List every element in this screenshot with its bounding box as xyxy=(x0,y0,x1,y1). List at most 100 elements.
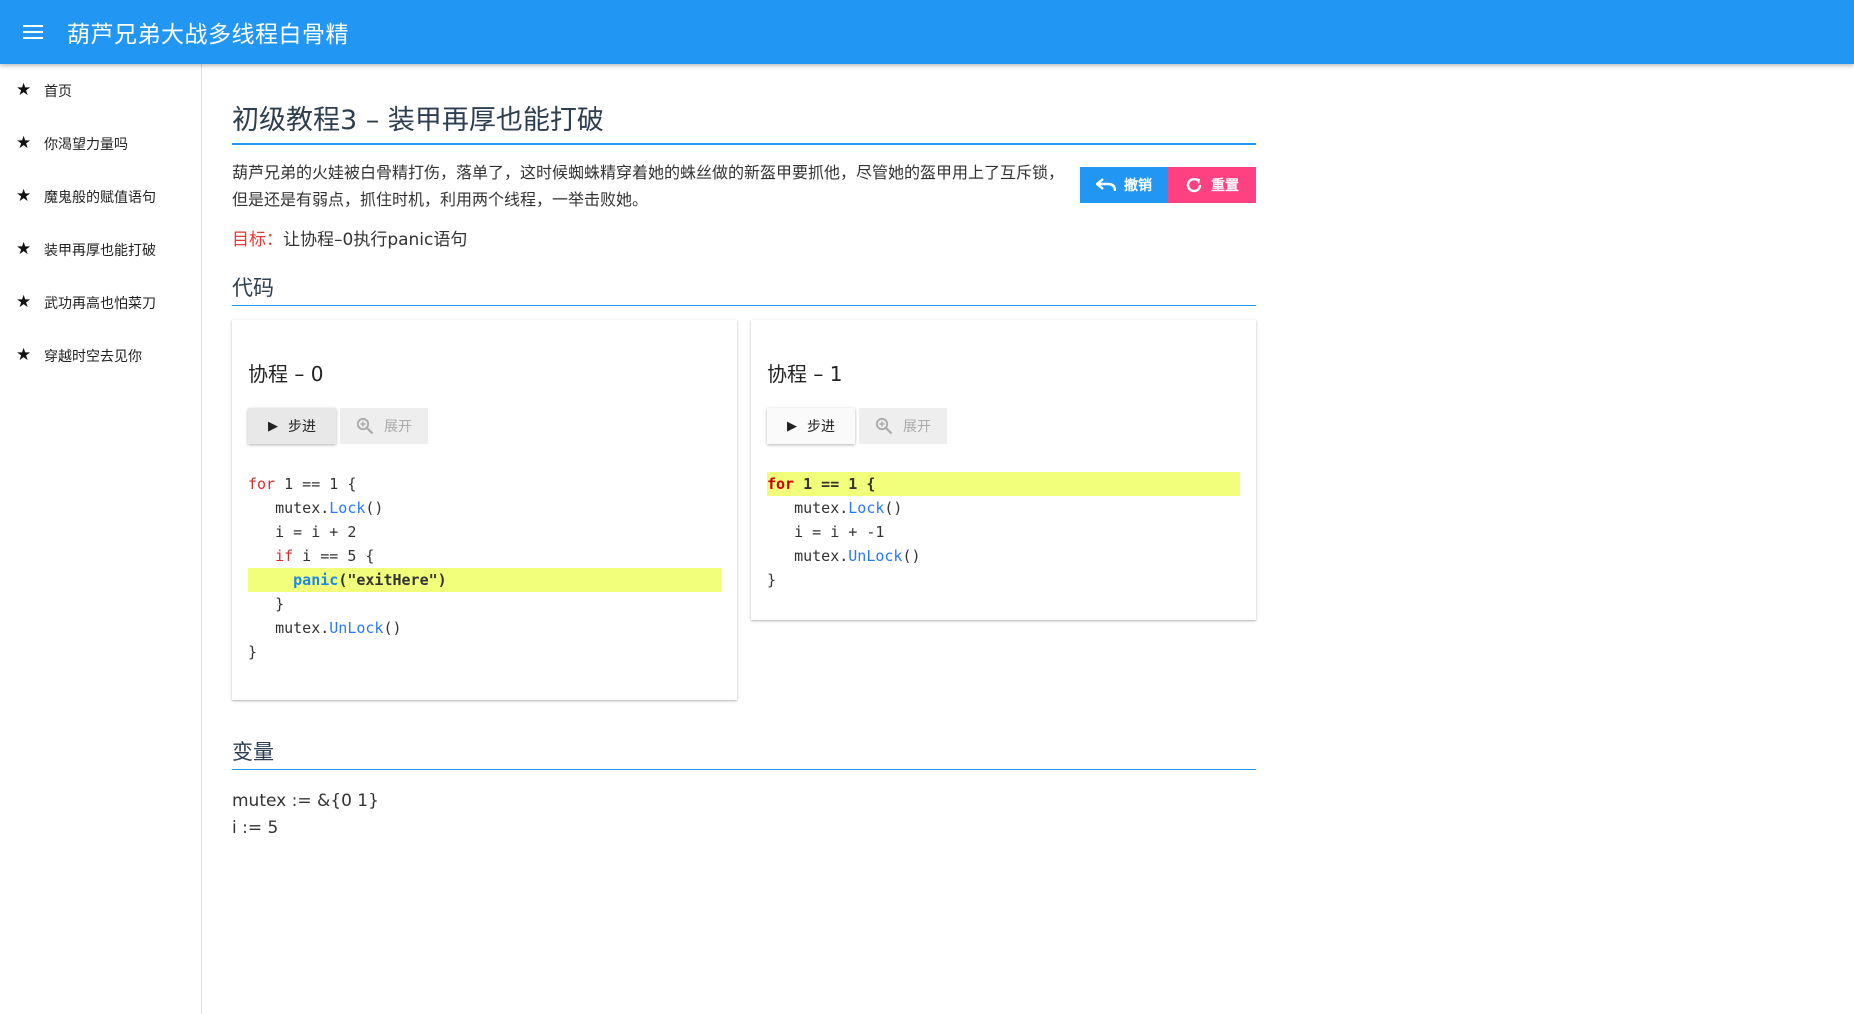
undo-button[interactable]: 撤销 xyxy=(1080,167,1168,203)
sidebar: ★ 首页 ★ 你渴望力量吗 ★ 魔鬼般的赋值语句 ★ 装甲再厚也能打破 ★ 武功… xyxy=(0,64,202,1014)
page-title: 初级教程3 – 装甲再厚也能打破 xyxy=(232,98,1256,145)
code-block: for 1 == 1 { mutex.Lock() i = i + -1 mut… xyxy=(767,472,1240,592)
routine-cards: 协程 – 0 ▶ 步进 展开 for 1 == 1 { mutex.Lock()… xyxy=(232,320,1256,700)
code-line: i = i + 2 xyxy=(248,520,721,544)
code-block: for 1 == 1 { mutex.Lock() i = i + 2 if i… xyxy=(248,472,721,664)
code-rest: ("exitHere") xyxy=(338,571,447,589)
code-fn: UnLock xyxy=(848,547,903,565)
expand-label: 展开 xyxy=(903,419,931,435)
code-rest: () xyxy=(902,547,921,565)
undo-icon xyxy=(1096,178,1116,192)
sidebar-item-timetravel[interactable]: ★ 穿越时空去见你 xyxy=(0,329,201,382)
code-line: } xyxy=(767,568,1240,592)
step-label: 步进 xyxy=(288,419,316,435)
code-rest: () xyxy=(884,499,903,517)
star-icon: ★ xyxy=(16,239,32,259)
intro-row: 葫芦兄弟的火娃被白骨精打伤，落单了，这时候蜘蛛精穿着她的蛛丝做的新盔甲要抓他，尽… xyxy=(232,159,1256,213)
code-kw: if xyxy=(275,547,294,565)
sidebar-item-label: 你渴望力量吗 xyxy=(44,136,128,153)
routine-controls: ▶ 步进 展开 xyxy=(767,408,1240,444)
code-fn: UnLock xyxy=(329,619,384,637)
sidebar-item-label: 魔鬼般的赋值语句 xyxy=(44,189,156,206)
code-pre: mutex. xyxy=(275,499,330,517)
code-line: } xyxy=(248,640,721,664)
code-rest: 1 == 1 { xyxy=(794,475,876,493)
routine-controls: ▶ 步进 展开 xyxy=(248,408,721,444)
sidebar-item-kungfu[interactable]: ★ 武功再高也怕菜刀 xyxy=(0,276,201,329)
code-line: if i == 5 { xyxy=(248,544,721,568)
step-button[interactable]: ▶ 步进 xyxy=(767,408,855,444)
code-pre: i = i + -1 xyxy=(794,523,885,541)
goal-label: 目标： xyxy=(232,230,283,250)
code-fn: Lock xyxy=(329,499,366,517)
code-line: for 1 == 1 { xyxy=(767,472,1240,496)
sidebar-item-power[interactable]: ★ 你渴望力量吗 xyxy=(0,117,201,170)
code-fn: Lock xyxy=(848,499,885,517)
code-line: mutex.Lock() xyxy=(767,496,1240,520)
variable-i: i := 5 xyxy=(232,818,279,838)
code-pre: mutex. xyxy=(794,499,849,517)
code-pre: } xyxy=(767,571,777,589)
sidebar-item-label: 首页 xyxy=(44,83,72,100)
vars-section-title: 变量 xyxy=(232,736,1256,770)
step-label: 步进 xyxy=(807,419,835,435)
expand-label: 展开 xyxy=(384,419,412,435)
code-kw: for xyxy=(248,475,276,493)
goal-text: 让协程–0执行panic语句 xyxy=(283,230,468,250)
star-icon: ★ xyxy=(16,292,32,312)
code-rest: i == 5 { xyxy=(293,547,375,565)
sidebar-item-assignment[interactable]: ★ 魔鬼般的赋值语句 xyxy=(0,170,201,223)
action-buttons: 撤销 重置 xyxy=(1080,167,1256,203)
code-pre: mutex. xyxy=(275,619,330,637)
app-title: 葫芦兄弟大战多线程白骨精 xyxy=(67,22,349,48)
code-line: } xyxy=(248,592,721,616)
code-rest: () xyxy=(365,499,384,517)
reset-label: 重置 xyxy=(1211,178,1239,194)
code-pre: } xyxy=(248,643,258,661)
goal: 目标：让协程–0执行panic语句 xyxy=(232,225,1256,250)
menu-icon[interactable] xyxy=(23,25,43,39)
zoom-in-icon xyxy=(356,417,374,435)
code-section-title: 代码 xyxy=(232,272,1256,306)
reset-button[interactable]: 重置 xyxy=(1168,167,1256,203)
sidebar-item-label: 武功再高也怕菜刀 xyxy=(44,295,156,312)
sidebar-item-label: 穿越时空去见你 xyxy=(44,348,142,365)
code-pre: } xyxy=(275,595,285,613)
app-bar: 葫芦兄弟大战多线程白骨精 xyxy=(0,0,1854,64)
routine-card-1: 协程 – 1 ▶ 步进 展开 for 1 == 1 { mutex.Lock()… xyxy=(751,320,1256,620)
zoom-in-icon xyxy=(875,417,893,435)
star-icon: ★ xyxy=(16,345,32,365)
sidebar-item-label: 装甲再厚也能打破 xyxy=(44,242,156,259)
star-icon: ★ xyxy=(16,133,32,153)
intro-text: 葫芦兄弟的火娃被白骨精打伤，落单了，这时候蜘蛛精穿着她的蛛丝做的新盔甲要抓他，尽… xyxy=(232,163,1065,209)
code-line: mutex.UnLock() xyxy=(767,544,1240,568)
sidebar-item-armor[interactable]: ★ 装甲再厚也能打破 xyxy=(0,223,201,276)
refresh-icon xyxy=(1186,177,1202,193)
expand-button[interactable]: 展开 xyxy=(859,408,947,444)
code-rest: 1 == 1 { xyxy=(275,475,357,493)
main-content: 初级教程3 – 装甲再厚也能打破 葫芦兄弟的火娃被白骨精打伤，落单了，这时候蜘蛛… xyxy=(232,64,1256,842)
routine-card-0: 协程 – 0 ▶ 步进 展开 for 1 == 1 { mutex.Lock()… xyxy=(232,320,737,700)
expand-button[interactable]: 展开 xyxy=(340,408,428,444)
code-line: panic("exitHere") xyxy=(248,568,721,592)
variables-list: mutex := &{0 1} i := 5 xyxy=(232,788,1256,842)
routine-title: 协程 – 1 xyxy=(767,362,843,386)
code-line: mutex.UnLock() xyxy=(248,616,721,640)
step-button[interactable]: ▶ 步进 xyxy=(248,408,336,444)
code-kw: for xyxy=(767,475,795,493)
code-line: for 1 == 1 { xyxy=(248,472,721,496)
variable-mutex: mutex := &{0 1} xyxy=(232,791,379,811)
code-pre: i = i + 2 xyxy=(275,523,357,541)
sidebar-item-home[interactable]: ★ 首页 xyxy=(0,64,201,117)
star-icon: ★ xyxy=(16,186,32,206)
play-icon: ▶ xyxy=(268,418,278,434)
